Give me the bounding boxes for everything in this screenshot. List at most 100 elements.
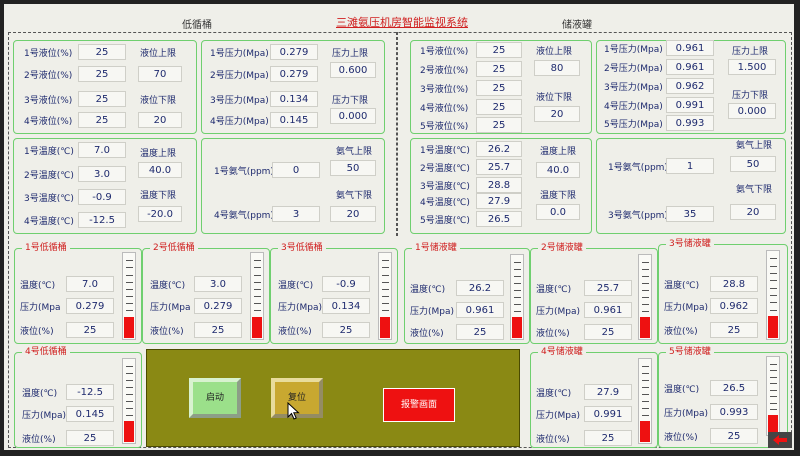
gauge-tick: [642, 297, 649, 298]
level-gauge: [122, 252, 136, 340]
gauge-tick: [642, 415, 649, 416]
rt-temp-label-3: 3号温度(℃): [420, 182, 470, 192]
gauge-tick: [770, 295, 777, 296]
lt-temp-high-value[interactable]: 40.0: [138, 162, 182, 178]
back-button[interactable]: [768, 432, 792, 448]
unit-level-label: 液位(%): [536, 329, 570, 339]
gauge-tick: [642, 373, 649, 374]
level-gauge: [122, 358, 136, 444]
gauge-tick: [254, 267, 261, 268]
gauge-tick: [126, 303, 133, 304]
lt-press-value-4: 0.145: [270, 112, 318, 128]
lt-temp-low-label: 温度下限: [140, 191, 177, 201]
lt-nh3-low-value[interactable]: 20: [330, 206, 376, 222]
level-gauge: [766, 356, 780, 436]
rt-level-high-value[interactable]: 80: [534, 60, 580, 76]
level-gauge-fill: [252, 317, 262, 338]
unit-level-label: 液位(%): [410, 329, 444, 339]
gauge-tick: [254, 282, 261, 283]
rt-level-label-2: 2号液位(%): [420, 66, 469, 76]
alarm-screen-button[interactable]: 报警画面: [383, 388, 455, 422]
unit-level-value: 25: [584, 430, 632, 446]
rt-level-low-value[interactable]: 20: [534, 106, 580, 122]
unit-temp-label: 温度(℃): [410, 285, 446, 295]
lt-press-label-1: 1号压力(Mpa): [210, 49, 269, 59]
unit-panel: 1号储液罐 温度(℃) 26.2 压力(Mpa) 0.961 液位(%) 25: [404, 242, 530, 344]
gauge-tick: [770, 266, 777, 267]
lt-press-label-3: 3号压力(Mpa): [210, 96, 269, 106]
gauge-tick: [642, 283, 649, 284]
rt-press-high-value[interactable]: 1.500: [728, 59, 776, 75]
unit-temp-value: -0.9: [322, 276, 370, 292]
gauge-tick: [254, 303, 261, 304]
lt-level-low-value[interactable]: 20: [138, 112, 182, 128]
rt-temp-label-1: 1号温度(℃): [420, 146, 470, 156]
rt-temp-value-2: 25.7: [476, 159, 522, 175]
unit-press-value: 0.962: [710, 298, 758, 314]
lt-temp-value-1: 7.0: [78, 142, 126, 158]
gauge-tick: [642, 401, 649, 402]
lt-level-value-4: 25: [78, 112, 126, 128]
unit-level-value: 25: [66, 430, 114, 446]
unit-level-label: 液位(%): [664, 327, 698, 337]
gauge-tick: [382, 267, 389, 268]
start-button[interactable]: 启动: [189, 378, 241, 418]
rt-level-value-1: 25: [476, 42, 522, 58]
gauge-tick: [382, 260, 389, 261]
lt-press-low-value[interactable]: 0.000: [330, 108, 376, 124]
gauge-tick: [770, 280, 777, 281]
unit-temp-label: 温度(℃): [664, 281, 700, 291]
unit-level-label: 液位(%): [22, 435, 56, 445]
gauge-tick: [770, 302, 777, 303]
lt-press-high-value[interactable]: 0.600: [330, 62, 376, 78]
unit-temp-value: 7.0: [66, 276, 114, 292]
lt-level-label-3: 3号液位(%): [24, 96, 73, 106]
level-gauge-fill: [380, 317, 390, 338]
lt-nh3-high-label: 氨气上限: [336, 147, 373, 157]
gauge-tick: [514, 262, 521, 263]
unit-press-value: 0.961: [456, 302, 504, 318]
lt-temp-label-2: 2号温度(℃): [24, 171, 74, 181]
unit-panel: 2号储液罐 温度(℃) 25.7 压力(Mpa) 0.961 液位(%) 25: [530, 242, 658, 344]
rt-nh3-high-value[interactable]: 50: [730, 156, 776, 172]
gauge-tick: [382, 296, 389, 297]
rt-press-value-3: 0.962: [666, 78, 714, 94]
gauge-tick: [770, 409, 777, 410]
rt-temp-low-value[interactable]: 0.0: [536, 204, 580, 220]
unit-panel: 4号储液罐 温度(℃) 27.9 压力(Mpa) 0.991 液位(%) 25: [530, 346, 658, 448]
gauge-tick: [382, 303, 389, 304]
level-gauge-fill: [640, 317, 650, 338]
lt-level-label-1: 1号液位(%): [24, 49, 73, 59]
gauge-tick: [254, 310, 261, 311]
gauge-tick: [126, 296, 133, 297]
rt-nh3-low-value[interactable]: 20: [730, 204, 776, 220]
rt-level-value-5: 25: [476, 117, 522, 133]
rt-press-low-value[interactable]: 0.000: [728, 103, 776, 119]
unit-panel: 3号储液罐 温度(℃) 28.8 压力(Mpa) 0.962 液位(%) 25: [658, 238, 788, 344]
unit-title: 4号储液罐: [538, 346, 586, 358]
lt-nh3-high-value[interactable]: 50: [330, 160, 376, 176]
lt-temp-low-value[interactable]: -20.0: [138, 206, 182, 222]
gauge-tick: [642, 290, 649, 291]
lt-temp-label-4: 4号温度(℃): [24, 217, 74, 227]
level-gauge: [638, 358, 652, 444]
gauge-tick: [514, 311, 521, 312]
rt-level-high-label: 液位上限: [536, 47, 573, 57]
gauge-tick: [770, 310, 777, 311]
unit-title: 3号储液罐: [666, 238, 714, 250]
rt-nh3-label-1: 1号氨气(ppm): [608, 163, 668, 173]
unit-level-value: 25: [584, 324, 632, 340]
unit-title: 1号低循桶: [22, 242, 70, 254]
rt-level-label-3: 3号液位(%): [420, 85, 469, 95]
gauge-tick: [514, 276, 521, 277]
lt-level-high-value[interactable]: 70: [138, 66, 182, 82]
gauge-tick: [642, 276, 649, 277]
rt-temp-high-value[interactable]: 40.0: [536, 162, 580, 178]
gauge-tick: [642, 366, 649, 367]
lt-level-value-3: 25: [78, 91, 126, 107]
header-low-circ: 低循桶: [182, 20, 212, 31]
gauge-tick: [770, 396, 777, 397]
lt-press-high-label: 压力上限: [332, 49, 369, 59]
rt-temp-high-label: 温度上限: [540, 147, 577, 157]
rt-nh3-value-2: 35: [666, 206, 714, 222]
